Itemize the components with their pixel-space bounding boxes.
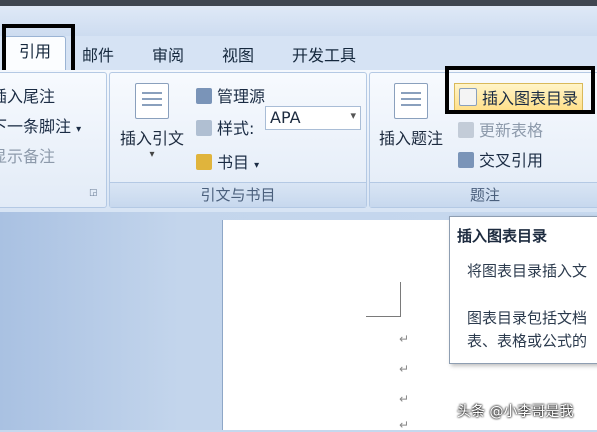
- dropdown-arrow-icon: ▾: [76, 124, 82, 135]
- tab-review[interactable]: 审阅: [152, 42, 184, 66]
- paragraph-mark-icon: ↵: [399, 392, 410, 406]
- dropdown-arrow-icon: ▾: [254, 160, 260, 171]
- manage-sources-button[interactable]: 管理源: [196, 83, 265, 107]
- insert-citation-button[interactable]: 插入引文 ▾: [116, 83, 188, 160]
- style-label-row: 样式:: [196, 115, 254, 139]
- manage-sources-label: 管理源: [217, 87, 266, 106]
- tooltip-line: 将图表目录插入文: [467, 262, 588, 280]
- style-select[interactable]: APA ▾: [265, 106, 361, 130]
- bibliography-button[interactable]: 书目 ▾: [196, 149, 259, 173]
- insert-citation-icon: [135, 83, 169, 119]
- dialog-launcher-icon[interactable]: ◲: [89, 188, 98, 198]
- bibliography-label: 书目: [217, 153, 250, 172]
- style-icon: [196, 120, 212, 136]
- paragraph-mark-icon: ↵: [399, 332, 410, 346]
- tab-developer[interactable]: 开发工具: [292, 42, 356, 66]
- next-footnote-label: 下一条脚注: [0, 117, 72, 136]
- highlight-box-table-of-figures: [445, 66, 595, 114]
- insert-caption-label: 插入题注: [378, 129, 443, 148]
- chevron-down-icon: ▾: [350, 109, 356, 122]
- manage-sources-icon: [196, 88, 212, 104]
- update-table-icon: [458, 122, 474, 138]
- cross-reference-icon: [458, 152, 474, 168]
- tooltip-line: 表、表格或公式的: [467, 332, 588, 350]
- bibliography-icon: [196, 154, 212, 170]
- cross-reference-label: 交叉引用: [479, 151, 544, 170]
- ribbon-tabs: 引用 邮件 审阅 视图 开发工具: [0, 36, 597, 71]
- insert-caption-icon: [394, 83, 428, 119]
- tooltip-title: 插入图表目录: [457, 227, 548, 245]
- update-table-label: 更新表格: [479, 121, 544, 140]
- paragraph-mark-icon: ↵: [399, 362, 410, 376]
- insert-endnote-button[interactable]: 插入尾注: [0, 83, 55, 107]
- update-table-button[interactable]: 更新表格: [458, 117, 543, 141]
- show-notes-button[interactable]: 显示备注: [0, 143, 55, 167]
- margin-mark: [366, 282, 401, 317]
- tab-mailings[interactable]: 邮件: [82, 42, 114, 66]
- watermark: 头条 @小李哥是我: [457, 404, 574, 420]
- insert-caption-button[interactable]: 插入题注: [374, 83, 448, 149]
- show-notes-label: 显示备注: [0, 147, 56, 166]
- style-select-value: APA: [270, 108, 301, 127]
- tooltip-line: 图表目录包括文档: [467, 309, 588, 327]
- cross-reference-button[interactable]: 交叉引用: [458, 147, 543, 171]
- tab-view[interactable]: 视图: [222, 42, 254, 66]
- dropdown-arrow-icon: ▾: [149, 149, 155, 160]
- tooltip: 插入图表目录 将图表目录插入文 图表目录包括文档 表、表格或公式的: [449, 216, 597, 364]
- captions-group-label: 题注: [370, 182, 597, 207]
- citations-group-label: 引文与书目: [110, 182, 366, 207]
- style-label: 样式:: [217, 119, 255, 138]
- title-bar: [0, 6, 597, 36]
- footnotes-group: 插入尾注 下一条脚注 ▾ 显示备注 ◲: [0, 72, 107, 208]
- next-footnote-button[interactable]: 下一条脚注 ▾: [0, 113, 81, 137]
- insert-endnote-label: 插入尾注: [0, 87, 56, 106]
- citations-group: 插入引文 ▾ 管理源 样式: 书目 ▾ 引文与书目: [109, 72, 367, 208]
- insert-citation-label: 插入引文: [119, 129, 184, 148]
